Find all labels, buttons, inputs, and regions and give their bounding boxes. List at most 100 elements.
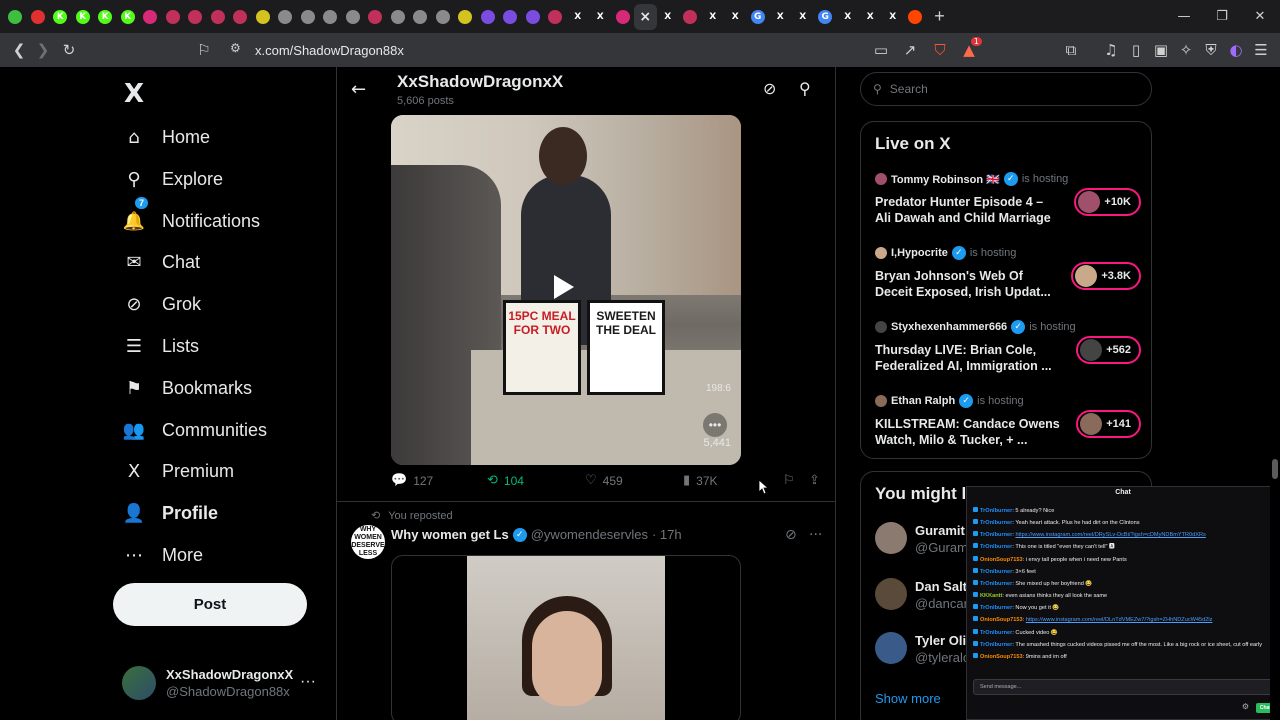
browser-tab[interactable] [184,4,207,30]
nav-item-explore[interactable]: ⚲ Explore [122,159,223,199]
chat-username[interactable]: OnionSoup7153 [980,654,1023,660]
grok-icon[interactable]: ⊘ [785,527,797,543]
browser-tab[interactable]: K [49,4,72,30]
chat-username[interactable]: TrOnlburner [980,581,1012,587]
browser-tab[interactable]: × [634,3,657,30]
nav-item-bookmarks[interactable]: ⚑ Bookmarks [122,368,252,408]
browser-tab[interactable] [229,4,252,30]
browser-tab[interactable] [342,4,365,30]
browser-tab[interactable] [544,4,567,30]
browser-tab[interactable] [139,4,162,30]
browser-tab[interactable]: X [792,4,815,30]
site-info-icon[interactable]: ⚙ [230,41,241,55]
nav-item-chat[interactable]: ✉ Chat [122,242,200,282]
browser-tab[interactable] [252,4,275,30]
tweet-media[interactable] [391,555,741,720]
extension-icon[interactable]: ⧉ [1058,37,1084,63]
browser-tab[interactable]: X [859,4,882,30]
wallet-icon[interactable]: ▣ [1148,37,1174,63]
vpn-icon[interactable]: ⛨ [1198,37,1224,63]
chat-input[interactable]: Send message... [973,679,1273,695]
search-input[interactable]: ⚲ Search [860,72,1152,106]
browser-tab[interactable] [522,4,545,30]
browser-tab[interactable]: X [882,4,905,30]
bookmark-button[interactable]: ⚐ [783,473,801,488]
chat-link[interactable]: https://www.instagram.com/reel/DRySLv-Dc… [1015,532,1205,538]
live-item[interactable]: Tommy Robinson 🇬🇧 ✓ is hosting Predator Hun… [875,172,1141,234]
chat-username[interactable]: TrOnlburner [980,520,1012,526]
grok-icon[interactable]: ⊘ [763,79,776,98]
like-button[interactable]: ♡ 459 [585,473,623,488]
browser-tab[interactable] [364,4,387,30]
music-icon[interactable]: ♫ [1098,37,1124,63]
scrollbar[interactable] [1270,67,1280,720]
live-listeners-pill[interactable]: +562 [1076,336,1141,364]
cast-icon[interactable]: ▭ [868,37,894,63]
nav-item-more[interactable]: ⋯ More [122,535,203,575]
chat-username[interactable]: TrOnlburner [980,508,1012,514]
browser-tab[interactable]: K [94,4,117,30]
browser-tab[interactable] [4,4,27,30]
browser-tab[interactable] [432,4,455,30]
nav-item-home[interactable]: ⌂ Home [122,117,210,157]
browser-tab[interactable] [499,4,522,30]
browser-tab[interactable] [679,4,702,30]
live-listeners-pill[interactable]: +3.8K [1071,262,1141,290]
browser-tab[interactable] [162,4,185,30]
browser-tab[interactable] [904,4,927,30]
live-item[interactable]: Ethan Ralph ✓ is hosting KILLSTREAM: Candac… [875,394,1141,456]
browser-tab[interactable]: X [589,4,612,30]
account-switcher[interactable]: XxShadowDragonxX @ShadowDragon88x ··· [122,663,322,703]
share-button[interactable]: ⇪ [809,473,826,488]
live-item[interactable]: I,Hypocrite ✓ is hosting Bryan Johnson's We… [875,246,1141,308]
browser-tab[interactable]: K [117,4,140,30]
reply-button[interactable]: 💬 127 [391,473,433,488]
nav-item-lists[interactable]: ☰ Lists [122,326,199,366]
nav-item-notifications[interactable]: 🔔 7 Notifications [122,197,260,241]
video-comments-icon[interactable]: ••• [703,413,727,437]
browser-tab[interactable]: G [814,4,837,30]
chat-username[interactable]: TrOnlburner [980,544,1012,550]
brave-shield-icon[interactable]: ⛉ [927,37,953,63]
minimize-icon[interactable]: — [1166,0,1202,33]
search-icon[interactable]: ⚲ [799,79,811,98]
forward-icon[interactable]: ❯ [30,37,56,63]
profile-extension-icon[interactable]: ◐ [1223,37,1249,63]
tweet-author[interactable]: Why women get Ls ✓ @ywomendeservles · 17… [391,527,682,542]
nav-item-profile[interactable]: 👤 Profile [122,493,218,533]
browser-tab[interactable]: X [657,4,680,30]
chat-username[interactable]: OnionSoup7153 [980,617,1023,623]
address-bar[interactable]: ⚙ x.com/ShadowDragon88x [222,37,862,63]
window-close-icon[interactable]: ✕ [1242,0,1278,33]
reload-icon[interactable]: ↻ [56,37,82,63]
browser-tab[interactable]: X [567,4,590,30]
live-listeners-pill[interactable]: +141 [1076,410,1141,438]
repost-button[interactable]: ⟲ 104 [487,473,524,488]
show-more-link[interactable]: Show more [875,691,941,706]
browser-tab[interactable] [27,4,50,30]
brave-rewards-icon[interactable]: ▲ 1 [956,37,982,63]
chat-username[interactable]: TrOnlburner [980,605,1012,611]
browser-tab[interactable] [319,4,342,30]
live-listeners-pill[interactable]: +10K [1074,188,1141,216]
new-tab-button[interactable]: + [927,4,953,30]
browser-tab[interactable] [387,4,410,30]
browser-tab[interactable] [409,4,432,30]
nav-item-premium[interactable]: X Premium [122,451,234,491]
browser-tab[interactable] [274,4,297,30]
scrollbar-thumb[interactable] [1272,459,1278,479]
browser-tab[interactable] [612,4,635,30]
chat-username[interactable]: TrOnlburner [980,569,1012,575]
browser-tab[interactable]: K [72,4,95,30]
live-item[interactable]: Styxhexenhammer666 ✓ is hosting Thursday LI… [875,320,1141,382]
browser-tab[interactable]: X [702,4,725,30]
account-more-icon[interactable]: ··· [300,673,316,691]
chat-username[interactable]: KKKantt [980,593,1002,599]
gear-icon[interactable]: ⚙ [1242,702,1249,711]
browser-tab[interactable] [477,4,500,30]
browser-tab[interactable]: X [837,4,860,30]
leo-ai-icon[interactable]: ✧ [1173,37,1199,63]
bookmark-page-icon[interactable]: ⚐ [191,37,217,63]
nav-item-grok[interactable]: ⊘ Grok [122,284,201,324]
avatar[interactable]: WHY WOMEN DESERVE LESS [351,525,385,559]
